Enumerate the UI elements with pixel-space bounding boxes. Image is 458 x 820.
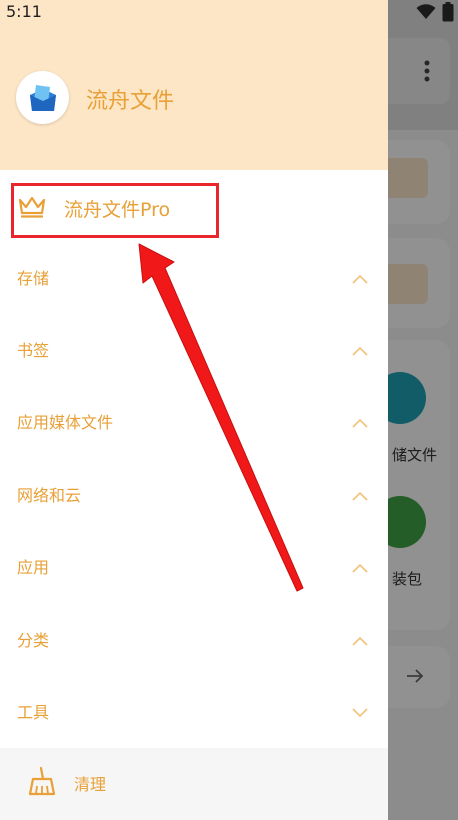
drawer-item-network-cloud[interactable]: 网络和云 [0, 460, 388, 532]
drawer-footer-clean[interactable]: 清理 [0, 748, 388, 820]
chevron-up-icon[interactable] [352, 413, 368, 432]
drawer-item-label: 工具 [17, 703, 50, 722]
drawer-item-tools[interactable]: 工具 [0, 677, 388, 749]
highlight-box [11, 183, 219, 238]
drawer-item-label: 分类 [17, 631, 50, 650]
chevron-up-icon[interactable] [352, 631, 368, 650]
chevron-up-icon[interactable] [352, 341, 368, 360]
wifi-icon [416, 4, 436, 24]
chevron-up-icon[interactable] [352, 269, 368, 288]
drawer-item-label: 应用媒体文件 [17, 413, 114, 432]
drawer-item-app-media-files[interactable]: 应用媒体文件 [0, 387, 388, 459]
drawer-item-label: 应用 [17, 558, 50, 577]
drawer-header: 流舟文件 [0, 0, 388, 170]
drawer-item-categories[interactable]: 分类 [0, 605, 388, 677]
broom-icon [27, 766, 57, 800]
status-bar: 5:11 [0, 0, 458, 24]
chevron-up-icon[interactable] [352, 486, 368, 505]
battery-icon [442, 2, 454, 26]
drawer-item-apps[interactable]: 应用 [0, 532, 388, 604]
drawer-item-storage[interactable]: 存储 [0, 243, 388, 315]
app-name: 流舟文件 [86, 89, 175, 114]
chevron-down-icon[interactable] [352, 703, 368, 722]
drawer-footer-clean-label: 清理 [74, 775, 107, 794]
status-time: 5:11 [6, 2, 42, 21]
drawer-item-label: 书签 [17, 341, 50, 360]
navigation-drawer: 流舟文件 流舟文件Pro 存储 书签 应用媒体文件 网络和云 应用 分类 工具 … [0, 0, 388, 820]
drawer-item-bookmarks[interactable]: 书签 [0, 315, 388, 387]
drawer-item-label: 存储 [17, 269, 50, 288]
app-logo-icon [16, 71, 69, 124]
drawer-item-label: 网络和云 [17, 486, 82, 505]
chevron-up-icon[interactable] [352, 558, 368, 577]
